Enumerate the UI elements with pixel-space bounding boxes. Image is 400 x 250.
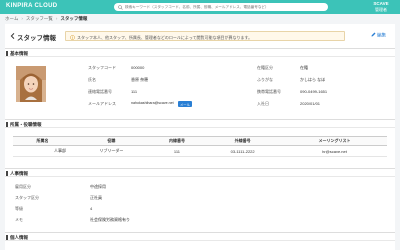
pencil-icon: [371, 32, 376, 37]
col-external: 外線番号: [203, 136, 283, 146]
label-staff-type: スタッフ区分: [15, 195, 39, 200]
app-logo[interactable]: KINPIRA CLOUD: [6, 3, 57, 9]
cell-external: 03-1111-2222: [203, 145, 283, 157]
label-phone: 連絡電話番号: [88, 89, 112, 94]
label-kana: ふりがな: [257, 77, 273, 82]
page-title: スタッフ情報: [17, 35, 56, 42]
label-email: メールアドレス: [88, 101, 116, 106]
staff-photo-image: [16, 66, 46, 102]
search-box[interactable]: [114, 3, 328, 11]
edit-label: 編集: [377, 32, 386, 38]
value-email[interactable]: nahokashihara@scave.net: [131, 101, 174, 105]
section-basic-info: 基本情報: [5, 48, 395, 57]
permission-notice: スタッフ本人、他スタッフ、所属長、管理者などのロールによって閲覧可能な項目が異な…: [65, 31, 345, 41]
mail-button[interactable]: メール: [178, 101, 192, 107]
section-marker: [6, 171, 8, 176]
breadcrumb-current: スタッフ情報: [60, 16, 88, 21]
label-mobile: 携帯電話番号: [257, 89, 281, 94]
col-extension: 内線番号: [150, 136, 204, 146]
label-grade: 等級: [15, 206, 23, 211]
section-title: 基本情報: [10, 51, 28, 57]
chevron-left-icon[interactable]: [10, 33, 15, 39]
table-row: 人事部 リブリーダー 111 03-1111-2222 hr@scave.net: [13, 145, 387, 157]
value-memo: 社会保険労務資格有り: [90, 217, 130, 222]
value-staff-type: 正社員: [90, 195, 102, 200]
breadcrumb: ホーム › スタッフ一覧 › スタッフ情報: [5, 16, 87, 22]
info-icon: [70, 34, 75, 40]
cell-dept: 人事部: [13, 145, 73, 157]
col-position: 役職: [72, 136, 151, 146]
label-status: 在籍区分: [257, 65, 273, 70]
value-kana: かしはら なほ: [300, 77, 326, 82]
section-dept-info: 所属・役職情報: [5, 119, 395, 128]
value-joined: 2020/01/01: [300, 101, 321, 106]
label-staff-code: スタッフコード: [88, 65, 116, 70]
label-employment-type: 雇用区分: [15, 184, 31, 189]
value-mobile: 090-0499-1651: [300, 89, 328, 94]
hr-row: スタッフ区分 正社員: [5, 192, 395, 202]
user-menu[interactable]: SCAVE 管理者: [366, 1, 396, 12]
col-mailing-list: メーリングリスト: [282, 136, 387, 146]
section-marker: [6, 51, 8, 56]
value-grade: 4: [90, 206, 93, 211]
user-role: 管理者: [375, 6, 387, 12]
section-marker: [6, 235, 8, 240]
notice-text: スタッフ本人、他スタッフ、所属長、管理者などのロールによって閲覧可能な項目が異な…: [77, 34, 253, 40]
cell-position: リブリーダー: [72, 145, 151, 157]
section-title: 所属・役職情報: [10, 122, 42, 128]
label-memo: メモ: [15, 217, 23, 222]
label-name: 氏名: [88, 77, 96, 82]
breadcrumb-home[interactable]: ホーム: [5, 16, 18, 21]
value-phone: 111: [131, 89, 138, 94]
col-dept: 所属名: [13, 136, 73, 146]
value-status: 在籍: [300, 65, 308, 70]
edit-button[interactable]: 編集: [371, 32, 386, 39]
hr-row: メモ 社会保険労務資格有り: [5, 214, 395, 224]
table-header-row: 所属名 役職 内線番号 外線番号 メーリングリスト: [13, 136, 387, 146]
dept-table: 所属名 役職 内線番号 外線番号 メーリングリスト 人事部 リブリーダー 111…: [13, 136, 387, 157]
search-icon: [118, 4, 123, 10]
top-bar: KINPIRA CLOUD SCAVE 管理者: [0, 0, 400, 14]
cell-extension: 111: [150, 145, 204, 157]
staff-photo: [16, 66, 46, 102]
label-joined: 入社日: [257, 101, 269, 106]
hr-row: 雇用区分 中途採用: [5, 181, 395, 191]
value-name: 香原 奈穂: [131, 77, 149, 82]
breadcrumb-separator: ›: [55, 16, 58, 21]
breadcrumb-separator: ›: [21, 16, 23, 21]
value-staff-code: 000000: [131, 65, 145, 70]
section-hr-info: 人事情報: [5, 168, 395, 177]
hr-row: 等級 4: [5, 203, 395, 213]
breadcrumb-staff-list[interactable]: スタッフ一覧: [26, 16, 53, 21]
cell-mailing-list[interactable]: hr@scave.net: [282, 145, 387, 157]
staff-detail-page: スタッフ情報 スタッフ本人、他スタッフ、所属長、管理者などのロールによって閲覧可…: [5, 24, 395, 250]
section-marker: [6, 122, 8, 127]
value-employment-type: 中途採用: [90, 184, 106, 189]
page-header: スタッフ情報 スタッフ本人、他スタッフ、所属長、管理者などのロールによって閲覧可…: [5, 24, 395, 48]
section-personal-info: 個人情報: [5, 232, 395, 241]
section-title: 個人情報: [10, 235, 28, 241]
section-title: 人事情報: [10, 171, 28, 177]
search-input[interactable]: [125, 3, 325, 11]
